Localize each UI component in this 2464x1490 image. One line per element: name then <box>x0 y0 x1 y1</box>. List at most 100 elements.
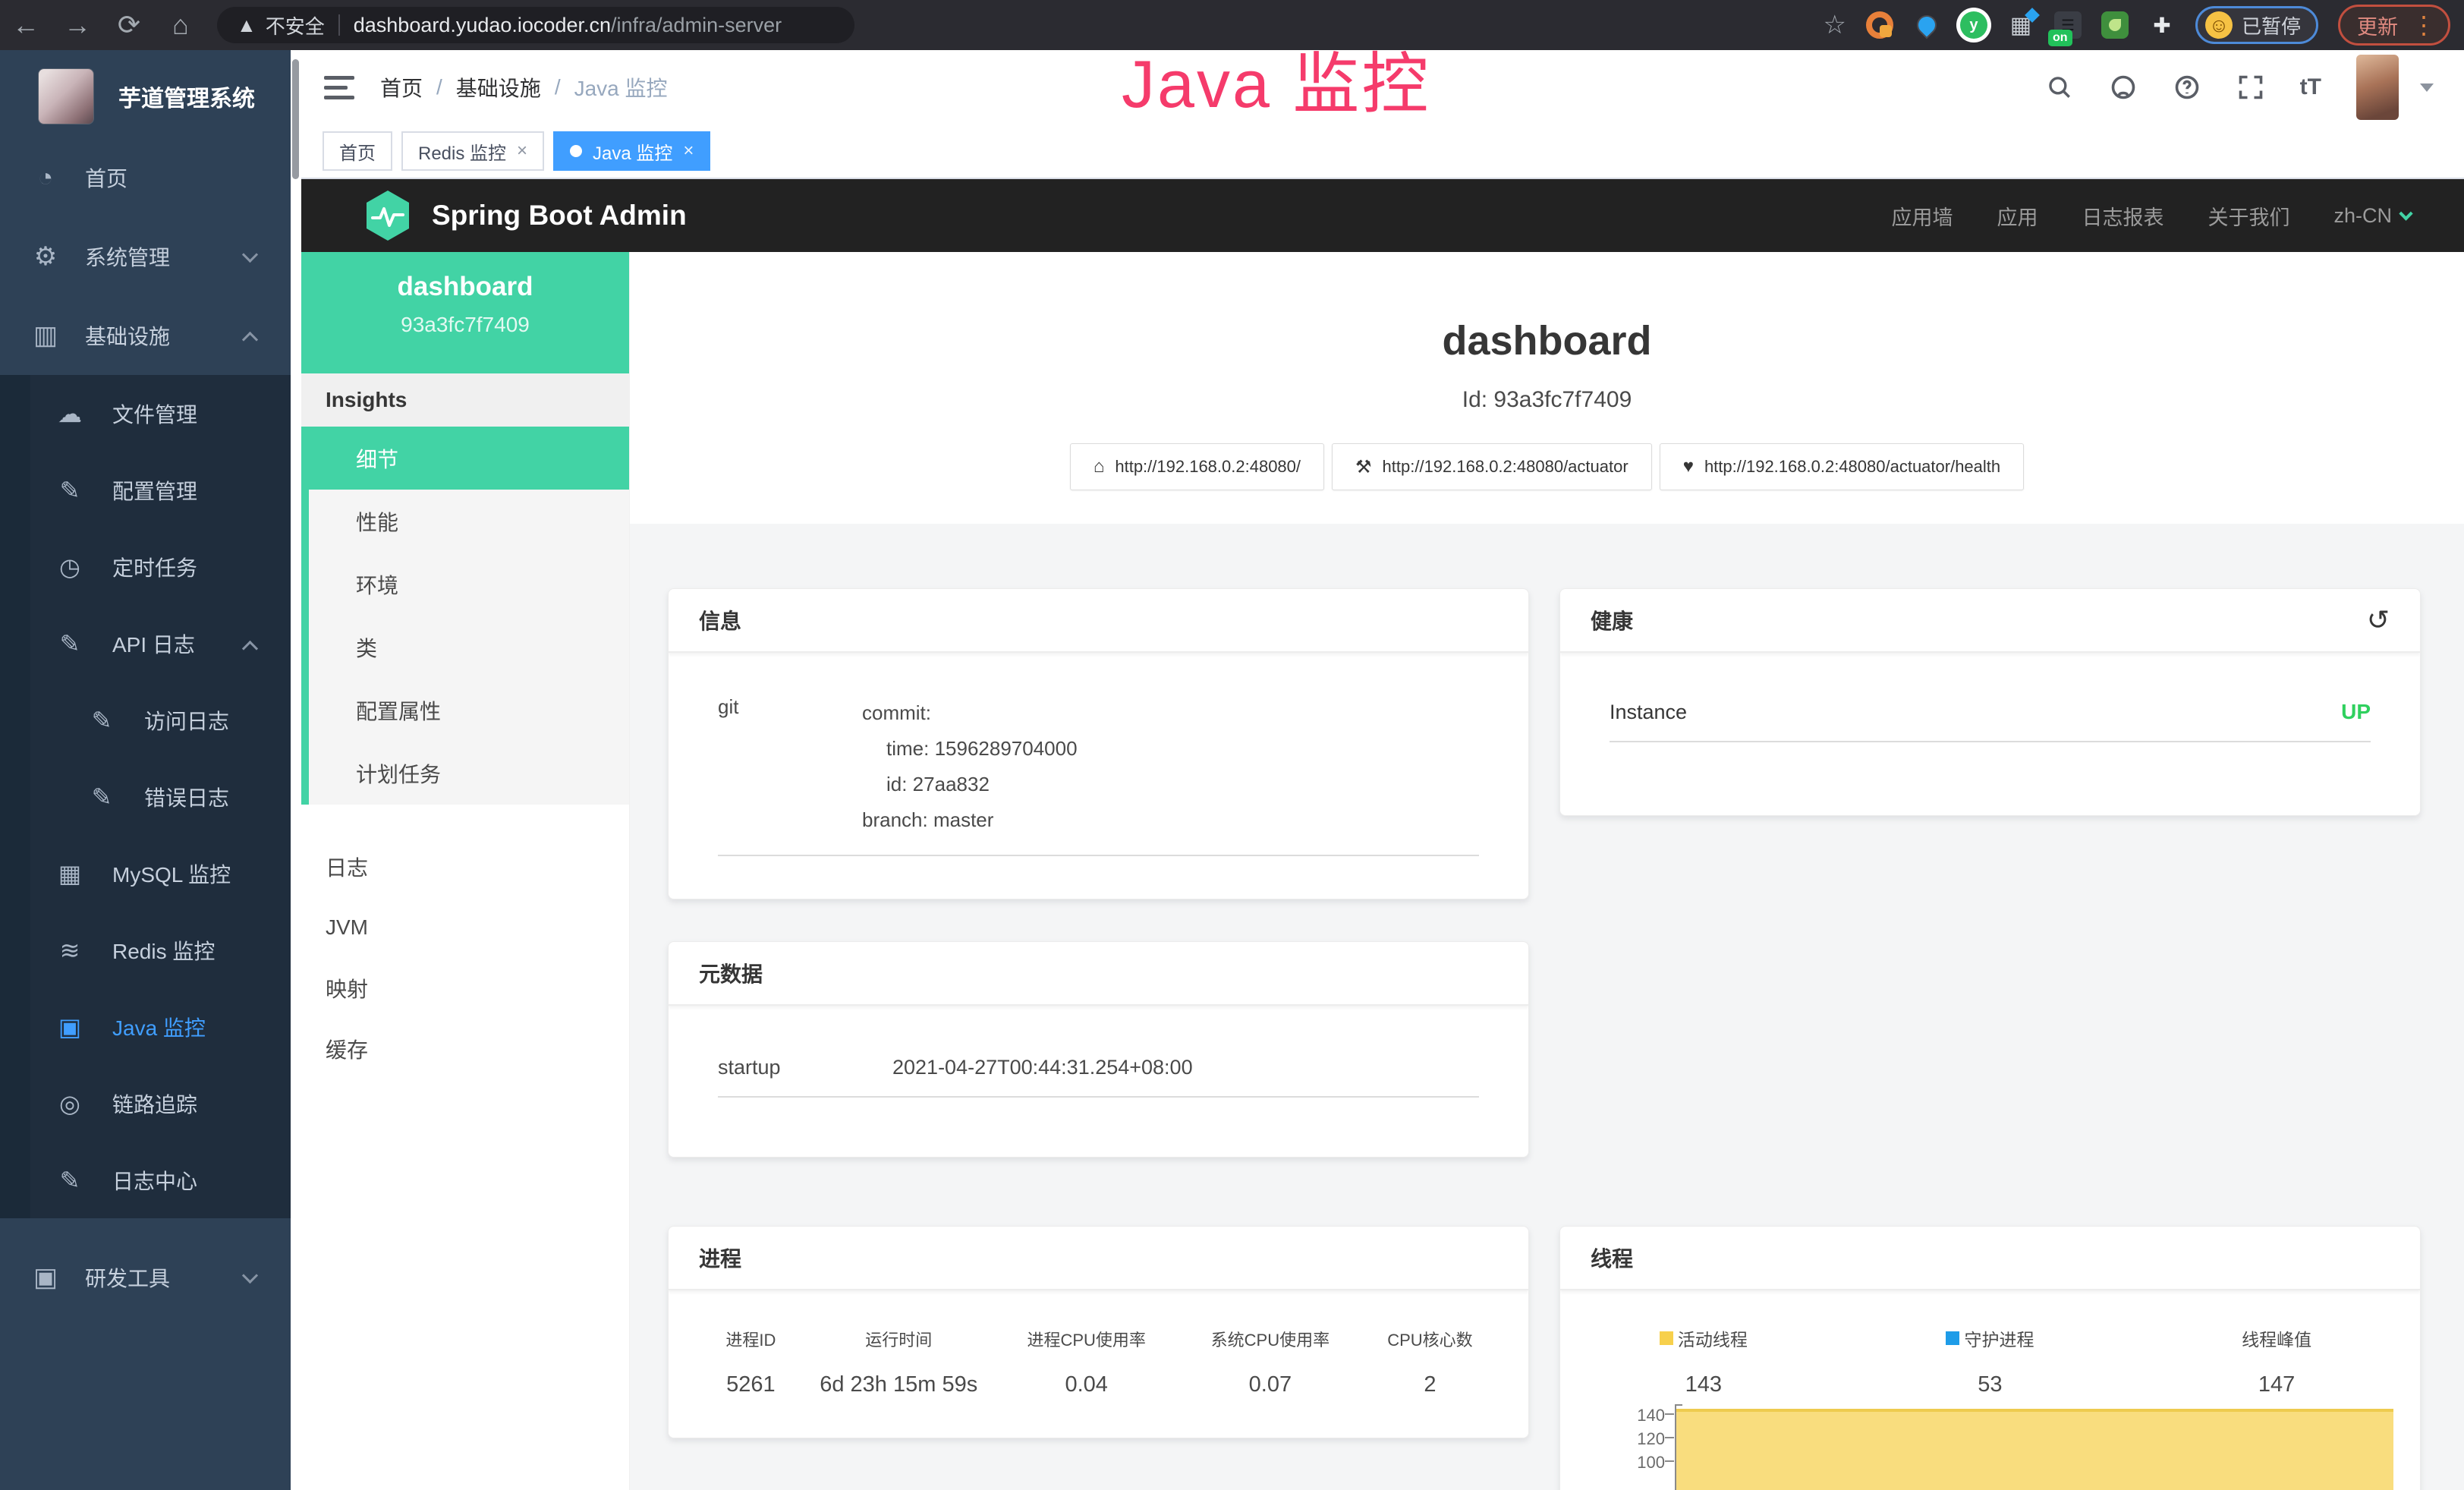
sidebar-item-home[interactable]: ◔ 首页 <box>0 138 291 217</box>
home-icon[interactable]: ⌂ <box>155 0 206 50</box>
reload-icon[interactable]: ⟳ <box>103 0 155 50</box>
sba-brand[interactable]: Spring Boot Admin <box>363 189 687 242</box>
language-label[interactable]: zh-CN <box>2333 204 2392 228</box>
home-icon: ⌂ <box>1094 456 1105 477</box>
process-table-header: 进程ID 运行时间 进程CPU使用率 系统CPU使用率 CPU核心数 <box>699 1327 1498 1351</box>
sba-nav-about[interactable]: 关于我们 <box>2208 201 2289 231</box>
extension-switch-icon[interactable]: ☰on <box>2054 11 2082 39</box>
bookmark-star-icon[interactable]: ☆ <box>1824 10 1846 40</box>
close-icon[interactable]: × <box>683 140 694 162</box>
log-edit-icon: ✎ <box>85 706 118 735</box>
sidebar-item-trace[interactable]: ◎ 链路追踪 <box>0 1065 291 1142</box>
sidebar-item-devtools[interactable]: ▣ 研发工具 <box>0 1238 291 1317</box>
chevron-up-icon <box>242 641 258 657</box>
scrollbar-thumb[interactable] <box>292 59 299 179</box>
close-icon[interactable]: × <box>517 140 527 162</box>
help-icon[interactable] <box>2173 73 2201 102</box>
legend-daemon-threads: 守护进程 <box>1946 1325 2034 1351</box>
tab-java-monitor[interactable]: Java 监控 × <box>553 131 710 171</box>
fullscreen-icon[interactable] <box>2236 73 2265 102</box>
tab-home[interactable]: 首页 <box>323 131 392 171</box>
health-url: http://192.168.0.2:48080/actuator/health <box>1704 457 2000 477</box>
sidebar-item-label: 配置管理 <box>112 475 197 506</box>
sba-menu-jvm[interactable]: JVM <box>301 897 629 958</box>
extension-leaf-icon[interactable] <box>2101 11 2129 39</box>
sidebar-item-access-log[interactable]: ✎ 访问日志 <box>0 682 291 758</box>
sidebar-item-log-center[interactable]: ✎ 日志中心 <box>0 1142 291 1218</box>
sidebar-item-config-manage[interactable]: ✎ 配置管理 <box>0 452 291 528</box>
sba-instance-header[interactable]: dashboard 93a3fc7f7409 <box>301 252 629 373</box>
browser-menu-icon[interactable]: ⋮ <box>2412 11 2436 39</box>
address-bar[interactable]: ▲ 不安全 dashboard.yudao.iocoder.cn/infra/a… <box>217 7 854 43</box>
legend-swatch-blue <box>1946 1331 1959 1345</box>
extension-grid-icon[interactable]: ▦ <box>2007 11 2034 39</box>
profile-paused-badge[interactable]: ☺ 已暂停 <box>2195 6 2318 44</box>
sidebar-item-system[interactable]: ⚙ 系统管理 <box>0 217 291 296</box>
service-url-button[interactable]: ⌂ http://192.168.0.2:48080/ <box>1070 443 1324 490</box>
breadcrumb-infrastructure[interactable]: 基础设施 <box>456 72 541 102</box>
threads-values-row: 143 53 147 <box>1560 1372 2420 1397</box>
history-icon[interactable]: ↺ <box>2367 604 2390 636</box>
heart-icon: ♥ <box>1683 456 1694 477</box>
extension-y-icon[interactable]: y <box>1960 11 1987 39</box>
sba-menu-metrics[interactable]: 性能 <box>309 490 629 553</box>
sba-nav-wallboard[interactable]: 应用墙 <box>1891 201 1953 231</box>
security-label: 不安全 <box>266 11 325 39</box>
profile-avatar-icon: ☺ <box>2205 11 2233 39</box>
sba-menu-classes[interactable]: 类 <box>309 616 629 679</box>
sba-menu-mappings[interactable]: 映射 <box>301 958 629 1019</box>
git-branch-line: branch: master <box>862 802 1078 838</box>
git-time-line: time: 1596289704000 <box>862 731 1078 767</box>
axis-tick <box>1665 1460 1674 1462</box>
sidebar-item-scheduled-jobs[interactable]: ◷ 定时任务 <box>0 528 291 605</box>
app-logo-row[interactable]: 芋道管理系统 <box>0 50 291 138</box>
sba-menu-scheduled-tasks[interactable]: 计划任务 <box>309 742 629 805</box>
breadcrumb-home[interactable]: 首页 <box>380 72 423 102</box>
tab-redis-monitor[interactable]: Redis 监控 × <box>401 131 544 171</box>
sba-instance-id: 93a3fc7f7409 <box>301 313 629 337</box>
actuator-url-button[interactable]: ⚒ http://192.168.0.2:48080/actuator <box>1332 443 1652 490</box>
browser-actions: ☆ y ▦ ☰on ✚ ☺ 已暂停 更新 ⋮ <box>1824 5 2464 46</box>
health-url-button[interactable]: ♥ http://192.168.0.2:48080/actuator/heal… <box>1660 443 2024 490</box>
sidebar-submenu-infrastructure: ☁ 文件管理 ✎ 配置管理 ◷ 定时任务 ✎ API 日志 ✎ 访问日志 ✎ <box>0 375 291 1218</box>
sba-menu-caches[interactable]: 缓存 <box>301 1019 629 1079</box>
sba-menu-details[interactable]: 细节 <box>309 427 629 490</box>
browser-update-button[interactable]: 更新 ⋮ <box>2338 5 2450 46</box>
sidebar-item-file-manage[interactable]: ☁ 文件管理 <box>0 375 291 452</box>
user-avatar[interactable] <box>2356 55 2399 120</box>
sidebar-item-api-log[interactable]: ✎ API 日志 <box>0 605 291 682</box>
sba-menu-logs[interactable]: 日志 <box>301 836 629 897</box>
screen: ← → ⟳ ⌂ ▲ 不安全 dashboard.yudao.iocoder.cn… <box>0 0 2464 1490</box>
sidebar-item-mysql-monitor[interactable]: ▦ MySQL 监控 <box>0 835 291 912</box>
extension-colorpicker-icon[interactable] <box>1866 11 1893 39</box>
back-icon[interactable]: ← <box>0 0 52 50</box>
git-id-line: id: 27aa832 <box>862 767 1078 802</box>
search-icon[interactable] <box>2045 73 2074 102</box>
sidebar-item-redis-monitor[interactable]: ≋ Redis 监控 <box>0 912 291 988</box>
actuator-url: http://192.168.0.2:48080/actuator <box>1383 457 1629 477</box>
hamburger-icon[interactable] <box>324 76 354 99</box>
mysql-icon: ▦ <box>53 859 87 888</box>
chevron-down-icon <box>2399 206 2412 220</box>
health-instance-label: Instance <box>1610 701 1687 724</box>
sidebar-item-error-log[interactable]: ✎ 错误日志 <box>0 758 291 835</box>
sba-menu-environment[interactable]: 环境 <box>309 553 629 616</box>
process-card-title: 进程 <box>669 1227 1528 1290</box>
sidebar-item-java-monitor[interactable]: ▣ Java 监控 <box>0 988 291 1065</box>
sba-nav-journal[interactable]: 日志报表 <box>2082 201 2163 231</box>
avatar-caret-icon[interactable] <box>2420 83 2434 92</box>
sba-menu-config-props[interactable]: 配置属性 <box>309 679 629 742</box>
github-icon[interactable] <box>2109 73 2138 102</box>
sba-nav: 应用墙 应用 日志报表 关于我们 zh-CN <box>1891 201 2411 231</box>
extensions-puzzle-icon[interactable]: ✚ <box>2148 11 2176 39</box>
security-warning-icon[interactable]: ▲ <box>237 14 256 37</box>
sidebar-item-infrastructure[interactable]: ▥ 基础设施 <box>0 296 291 375</box>
app-title: 芋道管理系统 <box>118 80 255 113</box>
sidebar-scrollbar[interactable] <box>291 50 301 1490</box>
extension-pin-icon[interactable] <box>1913 11 1940 39</box>
threads-card-title: 线程 <box>1560 1227 2420 1290</box>
axis-tick <box>1665 1413 1674 1415</box>
font-size-icon[interactable]: tT <box>2300 74 2321 100</box>
forward-icon[interactable]: → <box>52 0 103 50</box>
sba-nav-applications[interactable]: 应用 <box>1997 201 2038 231</box>
